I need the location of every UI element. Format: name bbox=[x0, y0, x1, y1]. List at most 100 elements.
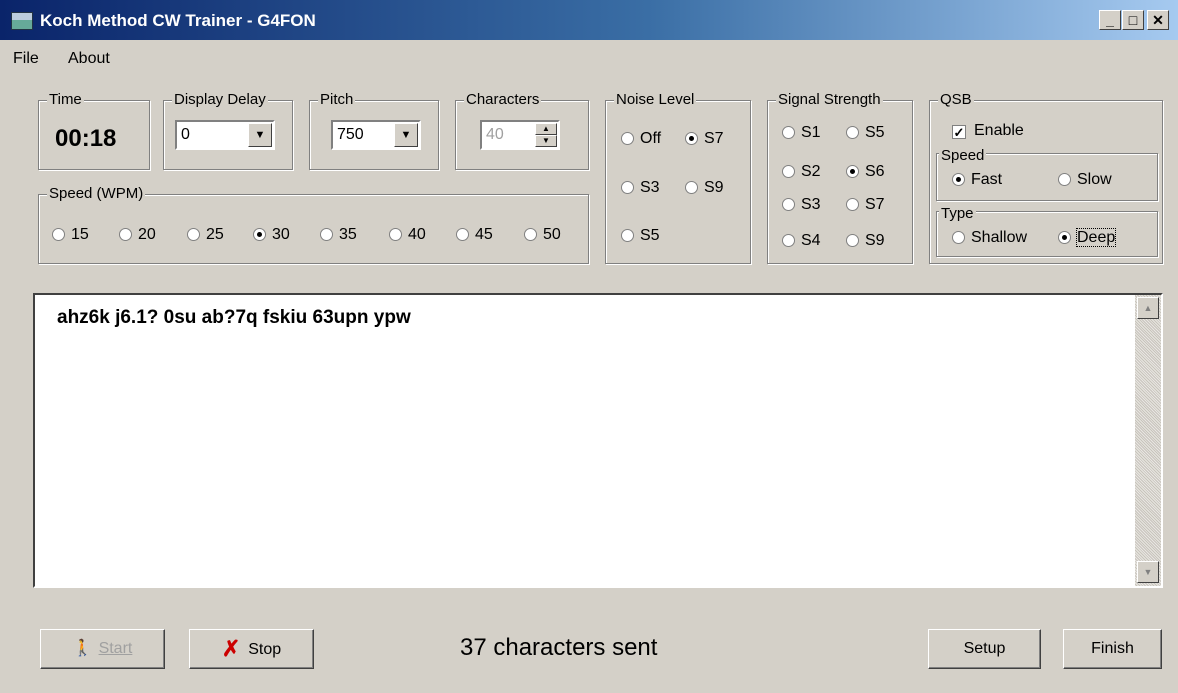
checkmark-icon: ✓ bbox=[952, 125, 966, 140]
finish-button[interactable]: Finish bbox=[1063, 629, 1162, 669]
radio-icon bbox=[782, 165, 795, 178]
spin-up-icon[interactable]: ▲ bbox=[535, 123, 557, 135]
qsb-speed-radio-slow[interactable]: Slow bbox=[1058, 170, 1112, 190]
radio-icon bbox=[952, 173, 965, 186]
pitch-group: Pitch 750 ▼ bbox=[309, 90, 439, 170]
noise-radio-s9[interactable]: S9 bbox=[685, 178, 724, 198]
radio-icon bbox=[524, 228, 537, 241]
radio-icon bbox=[389, 228, 402, 241]
qsb-type-label: Type bbox=[939, 204, 976, 224]
minimize-button[interactable]: _ bbox=[1099, 10, 1121, 30]
received-text: ahz6k j6.1? 0su ab?7q fskiu 63upn ypw bbox=[57, 307, 411, 328]
speed-group: Speed (WPM) 15 20 25 30 35 40 45 50 bbox=[38, 184, 589, 264]
speed-radio-50[interactable]: 50 bbox=[524, 225, 561, 245]
speed-radio-35[interactable]: 35 bbox=[320, 225, 357, 245]
radio-icon bbox=[253, 228, 266, 241]
qsb-type-radio-deep[interactable]: Deep bbox=[1058, 228, 1117, 248]
radio-icon bbox=[621, 229, 634, 242]
radio-icon bbox=[621, 181, 634, 194]
radio-icon bbox=[846, 234, 859, 247]
pitch-label: Pitch bbox=[318, 90, 356, 110]
signal-radio-s2[interactable]: S2 bbox=[782, 162, 821, 182]
noise-radio-s5[interactable]: S5 bbox=[621, 226, 660, 246]
vertical-scrollbar[interactable]: ▲ ▼ bbox=[1135, 295, 1161, 586]
speed-radio-20[interactable]: 20 bbox=[119, 225, 156, 245]
radio-icon bbox=[52, 228, 65, 241]
title-bar[interactable]: Koch Method CW Trainer - G4FON _ □ ✕ bbox=[0, 0, 1178, 40]
app-icon bbox=[11, 12, 33, 30]
radio-icon bbox=[846, 126, 859, 139]
menu-about[interactable]: About bbox=[68, 50, 110, 68]
radio-icon bbox=[782, 198, 795, 211]
speed-radio-40[interactable]: 40 bbox=[389, 225, 426, 245]
pitch-value: 750 bbox=[337, 126, 364, 143]
speed-radio-30[interactable]: 30 bbox=[253, 225, 290, 245]
qsb-speed-group: Speed Fast Slow bbox=[936, 146, 1158, 201]
speed-radio-25[interactable]: 25 bbox=[187, 225, 224, 245]
menu-bar: File About bbox=[0, 44, 1178, 70]
signal-radio-s3[interactable]: S3 bbox=[782, 195, 821, 215]
radio-icon bbox=[1058, 231, 1071, 244]
radio-icon bbox=[952, 231, 965, 244]
noise-level-group: Noise Level Off S7 S3 S9 S5 bbox=[605, 90, 751, 264]
window-title: Koch Method CW Trainer - G4FON bbox=[40, 11, 316, 30]
qsb-speed-label: Speed bbox=[939, 146, 987, 166]
setup-button[interactable]: Setup bbox=[928, 629, 1041, 669]
speed-label: Speed (WPM) bbox=[47, 184, 146, 204]
radio-icon bbox=[685, 181, 698, 194]
display-delay-label: Display Delay bbox=[172, 90, 268, 110]
radio-icon bbox=[782, 234, 795, 247]
signal-radio-s6[interactable]: S6 bbox=[846, 162, 885, 182]
status-text: 37 characters sent bbox=[460, 634, 658, 661]
time-value: 00:18 bbox=[55, 125, 117, 152]
chevron-down-icon[interactable]: ▼ bbox=[394, 123, 418, 147]
display-delay-group: Display Delay 0 ▼ bbox=[163, 90, 293, 170]
speed-radio-15[interactable]: 15 bbox=[52, 225, 89, 245]
signal-radio-s5[interactable]: S5 bbox=[846, 123, 885, 143]
scroll-up-icon[interactable]: ▲ bbox=[1137, 297, 1159, 319]
radio-icon bbox=[119, 228, 132, 241]
characters-spinner[interactable]: 40 ▲ ▼ bbox=[480, 120, 560, 150]
characters-label: Characters bbox=[464, 90, 542, 110]
spin-down-icon[interactable]: ▼ bbox=[535, 135, 557, 147]
menu-file[interactable]: File bbox=[13, 50, 39, 68]
maximize-button[interactable]: □ bbox=[1122, 10, 1144, 30]
noise-radio-s3[interactable]: S3 bbox=[621, 178, 660, 198]
noise-radio-s7[interactable]: S7 bbox=[685, 129, 724, 149]
radio-icon bbox=[320, 228, 333, 241]
signal-strength-label: Signal Strength bbox=[776, 90, 883, 110]
radio-icon bbox=[187, 228, 200, 241]
signal-strength-group: Signal Strength S1 S5 S2 S6 S3 S7 S4 S9 bbox=[767, 90, 913, 264]
radio-icon bbox=[685, 132, 698, 145]
signal-radio-s7[interactable]: S7 bbox=[846, 195, 885, 215]
speed-radio-45[interactable]: 45 bbox=[456, 225, 493, 245]
qsb-enable-checkbox[interactable]: ✓ Enable bbox=[952, 121, 1024, 141]
radio-icon bbox=[621, 132, 634, 145]
time-label: Time bbox=[47, 90, 84, 110]
stop-button[interactable]: ✗ Stop bbox=[189, 629, 314, 669]
qsb-speed-radio-fast[interactable]: Fast bbox=[952, 170, 1002, 190]
time-group: Time 00:18 bbox=[38, 90, 150, 170]
pitch-select[interactable]: 750 ▼ bbox=[331, 120, 421, 150]
qsb-label: QSB bbox=[938, 90, 974, 110]
close-button[interactable]: ✕ bbox=[1147, 10, 1169, 30]
radio-icon bbox=[846, 165, 859, 178]
chevron-down-icon[interactable]: ▼ bbox=[248, 123, 272, 147]
received-text-area[interactable]: ahz6k j6.1? 0su ab?7q fskiu 63upn ypw ▲ … bbox=[33, 293, 1163, 588]
qsb-type-radio-shallow[interactable]: Shallow bbox=[952, 228, 1027, 248]
noise-radio-off[interactable]: Off bbox=[621, 129, 661, 149]
display-delay-value: 0 bbox=[181, 126, 190, 143]
signal-radio-s1[interactable]: S1 bbox=[782, 123, 821, 143]
signal-radio-s9[interactable]: S9 bbox=[846, 231, 885, 251]
display-delay-select[interactable]: 0 ▼ bbox=[175, 120, 275, 150]
radio-icon bbox=[846, 198, 859, 211]
radio-icon bbox=[1058, 173, 1071, 186]
qsb-type-group: Type Shallow Deep bbox=[936, 204, 1158, 257]
scroll-down-icon[interactable]: ▼ bbox=[1137, 561, 1159, 583]
signal-radio-s4[interactable]: S4 bbox=[782, 231, 821, 251]
start-button[interactable]: 🚶 Start bbox=[40, 629, 165, 669]
noise-level-label: Noise Level bbox=[614, 90, 697, 110]
radio-icon bbox=[456, 228, 469, 241]
characters-group: Characters 40 ▲ ▼ bbox=[455, 90, 589, 170]
stop-x-icon: ✗ bbox=[221, 636, 241, 661]
